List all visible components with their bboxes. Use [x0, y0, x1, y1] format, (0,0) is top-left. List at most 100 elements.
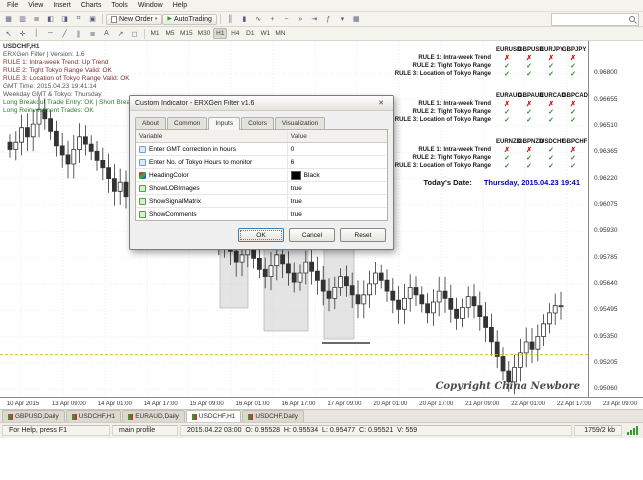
number-input-icon: [139, 145, 146, 153]
timeframe-w1[interactable]: W1: [258, 28, 272, 39]
inputs-table-header: Variable Value: [136, 130, 387, 143]
pass-mark-icon: ✓: [504, 162, 510, 170]
input-row[interactable]: ShowLOBImages true: [136, 182, 387, 195]
input-row[interactable]: ShowSignalMatrix true: [136, 195, 387, 208]
toolbar-separator: [102, 14, 103, 24]
today-date-label: Today's Date:: [423, 178, 472, 187]
menu-window[interactable]: Window: [133, 1, 168, 10]
pass-mark-icon: ✓: [504, 154, 510, 162]
auto-scroll-icon[interactable]: »: [294, 14, 307, 25]
arrow-icon[interactable]: ↗: [114, 28, 127, 39]
cancel-button[interactable]: Cancel: [289, 228, 335, 242]
fibonacci-icon[interactable]: ≣: [86, 28, 99, 39]
timeframe-m15[interactable]: M15: [178, 28, 195, 39]
pass-mark-icon: ✓: [526, 108, 532, 116]
bar-chart-icon[interactable]: ║: [224, 14, 237, 25]
input-row[interactable]: Enter GMT correction in hours 0: [136, 143, 387, 156]
profiles-icon[interactable]: ▥: [16, 14, 29, 25]
shapes-icon[interactable]: ◻: [128, 28, 141, 39]
input-variable: Enter No. of Tokyo Hours to monitor: [149, 158, 253, 166]
menu-file[interactable]: File: [2, 1, 23, 10]
input-row[interactable]: HeadingColor Black: [136, 169, 387, 182]
menu-tools[interactable]: Tools: [106, 1, 132, 10]
market-watch-icon[interactable]: ≣: [30, 14, 43, 25]
dialog-tab-inputs[interactable]: Inputs: [208, 117, 241, 130]
autotrading-button[interactable]: ▶ AutoTrading: [162, 13, 217, 25]
search-input[interactable]: [552, 14, 627, 24]
menu-insert[interactable]: Insert: [48, 1, 76, 10]
input-row[interactable]: Enter No. of Tokyo Hours to monitor 6: [136, 156, 387, 169]
navigator-icon[interactable]: ◨: [58, 14, 71, 25]
timeframe-h1[interactable]: H1: [213, 28, 228, 39]
data-window-icon[interactable]: ◧: [44, 14, 57, 25]
text-icon[interactable]: A: [100, 28, 113, 39]
pass-mark-icon: ✓: [548, 162, 554, 170]
indicators-icon[interactable]: ƒ: [322, 14, 335, 25]
menu-help[interactable]: Help: [168, 1, 192, 10]
vertical-line-icon[interactable]: │: [30, 28, 43, 39]
status-profile[interactable]: main profile: [112, 425, 178, 436]
rule-label: RULE 2: Tight Tokyo Range: [412, 63, 491, 69]
dialog-body: About Common Inputs Colors Visualization Var…: [130, 111, 393, 249]
reset-button[interactable]: Reset: [340, 228, 386, 242]
channel-icon[interactable]: ∥: [72, 28, 85, 39]
price-axis[interactable]: 0.96800 0.96655 0.96510 0.96365 0.96220 0.960…: [589, 41, 643, 397]
pass-mark-icon: ✓: [548, 116, 554, 124]
pair-label: EURAUD: [496, 93, 522, 99]
crosshair-icon[interactable]: ✛: [16, 28, 29, 39]
toolbar-line-studies: ↖ ✛ │ ─ ╱ ∥ ≣ A ↗ ◻ M1 M5 M15 M30 H1 H4 D1 W1 MN: [0, 27, 643, 41]
timeframe-d1[interactable]: D1: [243, 28, 257, 39]
close-icon[interactable]: ✕: [374, 99, 388, 107]
chart-tab[interactable]: GBPUSD,Daily: [2, 410, 65, 422]
column-variable: Variable: [136, 130, 288, 142]
chart-tab-label: USDCHF,H1: [198, 413, 236, 420]
pass-mark-icon: ✓: [570, 116, 576, 124]
terminal-icon[interactable]: ⌗: [72, 14, 85, 25]
zoom-out-icon[interactable]: −: [280, 14, 293, 25]
line-chart-icon[interactable]: ∿: [252, 14, 265, 25]
chart-tab[interactable]: USDCHF,H1: [65, 410, 122, 422]
time-tick-label: 13 Apr 09:00: [51, 400, 86, 407]
price-tick-label: 0.95205: [594, 358, 618, 366]
pass-mark-icon: ✓: [526, 154, 532, 162]
indicator-dialog: Custom Indicator - ERXGen Filter v1.6 ✕ …: [129, 95, 394, 250]
dialog-title-bar[interactable]: Custom Indicator - ERXGen Filter v1.6 ✕: [130, 96, 393, 111]
search-box: [551, 12, 639, 26]
chart-tab[interactable]: EURAUD,Daily: [122, 410, 185, 422]
new-order-label: New Order: [119, 15, 153, 23]
pair-label: GBPAUD: [518, 93, 544, 99]
horizontal-line-icon[interactable]: ─: [44, 28, 57, 39]
cursor-icon[interactable]: ↖: [2, 28, 15, 39]
rule-label: RULE 3: Location of Tokyo Range: [394, 117, 491, 123]
time-tick-label: 16 Apr 17:00: [281, 400, 316, 407]
periods-icon[interactable]: ▾: [336, 14, 349, 25]
chart-tab[interactable]: USDCHF,Daily: [242, 410, 305, 422]
pair-label: GBPJPY: [562, 47, 587, 53]
candlestick-chart-icon[interactable]: ▮: [238, 14, 251, 25]
timeframe-m5[interactable]: M5: [163, 28, 177, 39]
price-tick-label: 0.95495: [594, 306, 618, 314]
ok-button[interactable]: OK: [238, 228, 284, 242]
time-axis[interactable]: 10 Apr 2015 13 Apr 09:00 14 Apr 01:00 14 Ap…: [0, 397, 643, 409]
input-variable: ShowSignalMatrix: [149, 197, 202, 205]
search-icon[interactable]: [627, 14, 638, 25]
timeframe-mn[interactable]: MN: [273, 28, 287, 39]
chart-tab[interactable]: USDCHF,H1: [185, 410, 242, 422]
timeframe-m30[interactable]: M30: [196, 28, 213, 39]
templates-icon[interactable]: ▦: [350, 14, 363, 25]
menu-view[interactable]: View: [23, 1, 48, 10]
trendline-icon[interactable]: ╱: [58, 28, 71, 39]
pass-mark-icon: ✓: [548, 70, 554, 78]
zoom-in-icon[interactable]: +: [266, 14, 279, 25]
pass-mark-icon: ✓: [570, 154, 576, 162]
copyright-text: Copyright China Newbore: [435, 381, 580, 392]
price-tick-label: 0.95060: [594, 385, 618, 393]
new-chart-icon[interactable]: ▦: [2, 14, 15, 25]
timeframe-h4[interactable]: H4: [228, 28, 242, 39]
input-row[interactable]: ShowComments true: [136, 208, 387, 220]
chart-shift-icon[interactable]: ⇥: [308, 14, 321, 25]
menu-charts[interactable]: Charts: [76, 1, 107, 10]
strategy-tester-icon[interactable]: ▣: [86, 14, 99, 25]
timeframe-m1[interactable]: M1: [148, 28, 162, 39]
new-order-button[interactable]: New Order ▾: [106, 13, 163, 25]
